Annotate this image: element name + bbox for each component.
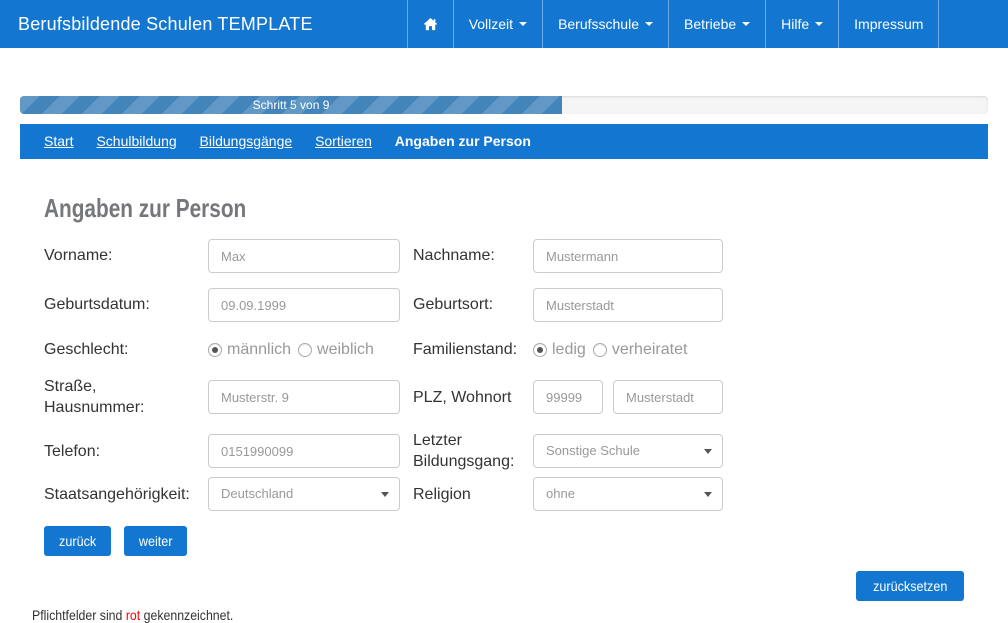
breadcrumb-current: Angaben zur Person xyxy=(395,133,531,149)
page-title: Angaben zur Person xyxy=(44,193,780,224)
radio-ledig[interactable] xyxy=(533,343,547,357)
geburtsort-input[interactable] xyxy=(533,288,723,322)
dropdown-arrow-icon xyxy=(704,492,712,497)
progress-bar: Schritt 5 von 9 xyxy=(20,96,562,114)
strasse-input[interactable] xyxy=(208,380,400,414)
geburtsort-label: Geburtsort: xyxy=(413,294,533,315)
staatsangehoerigkeit-label: Staatsangehörigkeit: xyxy=(44,484,208,505)
strasse-label: Straße, Hausnummer: xyxy=(44,376,156,418)
telefon-label: Telefon: xyxy=(44,441,208,462)
form-row: Geschlecht: männlich weiblich Familienst… xyxy=(44,337,964,363)
breadcrumb-start[interactable]: Start xyxy=(44,133,74,149)
geburtsdatum-label: Geburtsdatum: xyxy=(44,294,208,315)
reset-button-label: zurücksetzen xyxy=(873,578,947,594)
plz-input[interactable] xyxy=(533,380,603,414)
chevron-down-icon xyxy=(519,22,527,26)
radio-ledig-label: ledig xyxy=(552,341,586,359)
back-button-label: zurück xyxy=(59,533,96,549)
vorname-label: Vorname: xyxy=(44,245,208,266)
nav-vollzeit-label: Vollzeit xyxy=(469,16,513,32)
radio-verheiratet-label: verheiratet xyxy=(612,341,688,359)
brand-title: Berufsbildende Schulen TEMPLATE xyxy=(0,0,331,48)
home-icon xyxy=(423,17,438,32)
nav-betriebe[interactable]: Betriebe xyxy=(669,0,766,48)
form-row: Geburtsdatum: Geburtsort: xyxy=(44,288,964,322)
staatsangehoerigkeit-select-value: Deutschland xyxy=(221,486,293,501)
next-button-label: weiter xyxy=(139,533,173,549)
note-text-before: Pflichtfelder sind xyxy=(32,607,126,623)
form-row: Telefon: Letzter Bildungsgang: Sonstige … xyxy=(44,430,964,472)
breadcrumb-schulbildung[interactable]: Schulbildung xyxy=(96,133,176,149)
nav-vollzeit[interactable]: Vollzeit xyxy=(454,0,543,48)
back-button[interactable]: zurück xyxy=(44,526,111,556)
bildungsgang-select[interactable]: Sonstige Schule xyxy=(533,434,723,468)
nav-impressum-label: Impressum xyxy=(854,16,923,32)
telefon-input[interactable] xyxy=(208,434,400,468)
religion-select[interactable]: ohne xyxy=(533,477,723,511)
breadcrumb-bildungsgaenge[interactable]: Bildungsgänge xyxy=(200,133,293,149)
radio-maennlich-label: männlich xyxy=(227,341,291,359)
nav-betriebe-label: Betriebe xyxy=(684,16,736,32)
breadcrumb: Start Schulbildung Bildungsgänge Sortier… xyxy=(20,124,988,159)
chevron-down-icon xyxy=(645,22,653,26)
radio-verheiratet[interactable] xyxy=(593,343,607,357)
radio-weiblich[interactable] xyxy=(298,343,312,357)
nachname-label: Nachname: xyxy=(413,245,533,266)
dropdown-arrow-icon xyxy=(704,449,712,454)
form-row: Staatsangehörigkeit: Deutschland Religio… xyxy=(44,477,964,511)
religion-label: Religion xyxy=(413,484,533,505)
nav-impressum[interactable]: Impressum xyxy=(839,0,939,48)
progress-track: Schritt 5 von 9 xyxy=(20,96,988,114)
progress-label: Schritt 5 von 9 xyxy=(253,98,330,112)
nav-berufsschule-label: Berufsschule xyxy=(558,16,639,32)
nachname-input[interactable] xyxy=(533,239,723,273)
nav-home[interactable] xyxy=(407,0,454,48)
breadcrumb-sortieren[interactable]: Sortieren xyxy=(315,133,372,149)
note-text-after: gekennzeichnet. xyxy=(140,607,233,623)
chevron-down-icon xyxy=(742,22,750,26)
religion-select-value: ohne xyxy=(546,486,575,501)
chevron-down-icon xyxy=(815,22,823,26)
top-navbar: Berufsbildende Schulen TEMPLATE Vollzeit… xyxy=(0,0,1008,48)
radio-maennlich[interactable] xyxy=(208,343,222,357)
nav-hilfe-label: Hilfe xyxy=(781,16,809,32)
vorname-input[interactable] xyxy=(208,239,400,273)
radio-weiblich-label: weiblich xyxy=(317,341,374,359)
bildungsgang-label: Letzter Bildungsgang: xyxy=(413,430,533,472)
reset-button[interactable]: zurücksetzen xyxy=(856,571,964,601)
form-row: Straße, Hausnummer: PLZ, Wohnort xyxy=(44,376,964,418)
form-row: Vorname: Nachname: xyxy=(44,239,964,273)
familienstand-label: Familienstand: xyxy=(413,339,533,360)
staatsangehoerigkeit-select[interactable]: Deutschland xyxy=(208,477,400,511)
note-highlight: rot xyxy=(126,607,140,623)
next-button[interactable]: weiter xyxy=(124,526,187,556)
main-nav: Vollzeit Berufsschule Betriebe Hilfe Imp… xyxy=(407,0,940,48)
dropdown-arrow-icon xyxy=(381,492,389,497)
geburtsdatum-input[interactable] xyxy=(208,288,400,322)
plz-wohnort-label: PLZ, Wohnort xyxy=(413,387,533,408)
required-fields-note: Pflichtfelder sind rot gekennzeichnet. xyxy=(32,607,852,623)
bildungsgang-select-value: Sonstige Schule xyxy=(546,443,640,458)
nav-hilfe[interactable]: Hilfe xyxy=(766,0,839,48)
nav-berufsschule[interactable]: Berufsschule xyxy=(543,0,669,48)
geschlecht-label: Geschlecht: xyxy=(44,339,208,360)
wohnort-input[interactable] xyxy=(613,380,723,414)
